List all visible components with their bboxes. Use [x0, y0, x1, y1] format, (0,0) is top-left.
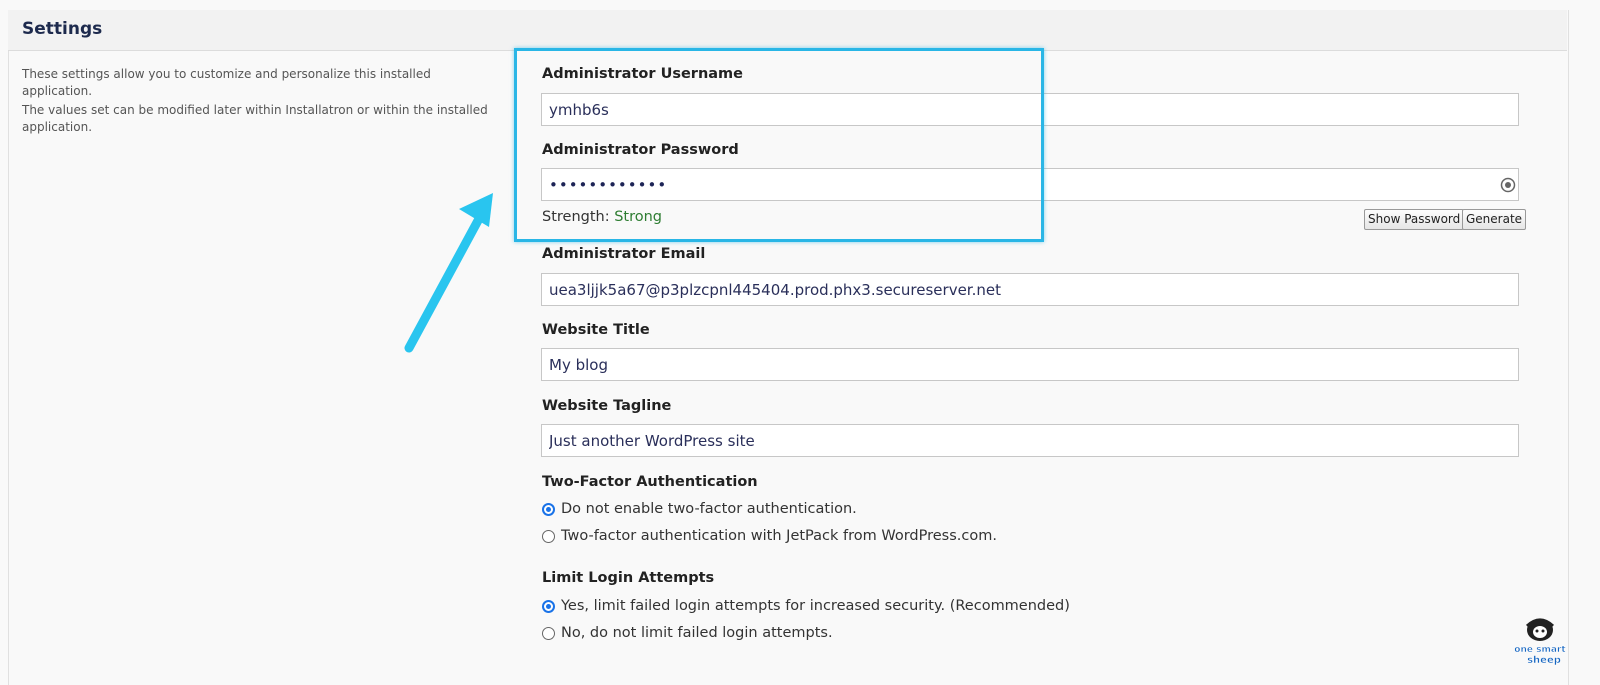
- admin-email-label: Administrator Email: [542, 246, 706, 262]
- settings-description-1: These settings allow you to customize an…: [22, 67, 431, 98]
- logo-text-line-2: sheep: [1527, 655, 1561, 666]
- website-title-label: Website Title: [542, 322, 650, 338]
- section-header: Settings: [8, 10, 1567, 51]
- logo-text-line-1: one smart: [1514, 645, 1566, 655]
- admin-email-input[interactable]: [541, 273, 1519, 306]
- admin-password-label: Administrator Password: [542, 142, 739, 158]
- admin-username-label: Administrator Username: [542, 66, 744, 82]
- limit-login-label: Limit Login Attempts: [542, 570, 715, 586]
- admin-username-input[interactable]: [541, 93, 1519, 126]
- radio-label: Do not enable two-factor authentication.: [561, 501, 857, 517]
- section-title: Settings: [22, 19, 103, 39]
- one-smart-sheep-logo: one smart sheep: [1514, 618, 1567, 666]
- two-factor-option-jetpack[interactable]: Two-factor authentication with JetPack f…: [542, 526, 997, 546]
- radio-button-checked[interactable]: [542, 599, 555, 613]
- limit-login-option-yes[interactable]: Yes, limit failed login attempts for inc…: [542, 596, 1070, 616]
- limit-login-option-no[interactable]: No, do not limit failed login attempts.: [542, 623, 833, 643]
- website-tagline-label: Website Tagline: [542, 398, 672, 414]
- radio-label: Yes, limit failed login attempts for inc…: [561, 598, 1070, 614]
- radio-button-checked[interactable]: [542, 502, 555, 516]
- generate-password-button[interactable]: Generate: [1462, 209, 1527, 230]
- password-reveal-icon[interactable]: [1500, 177, 1516, 193]
- two-factor-label: Two-Factor Authentication: [542, 474, 758, 490]
- two-factor-option-disable[interactable]: Do not enable two-factor authentication.: [542, 499, 857, 519]
- show-password-button[interactable]: Show Password: [1364, 209, 1465, 230]
- strength-label: Strength:: [542, 209, 610, 225]
- website-tagline-input[interactable]: [541, 424, 1519, 457]
- password-strength: Strength: Strong: [542, 209, 662, 225]
- settings-description-2: The values set can be modified later wit…: [22, 103, 488, 134]
- strength-value: Strong: [614, 209, 663, 225]
- admin-password-input[interactable]: [541, 168, 1519, 201]
- radio-label: No, do not limit failed login attempts.: [561, 625, 833, 641]
- radio-label: Two-factor authentication with JetPack f…: [561, 528, 997, 544]
- website-title-input[interactable]: [541, 348, 1519, 381]
- radio-button[interactable]: [542, 529, 555, 543]
- radio-button[interactable]: [542, 626, 555, 640]
